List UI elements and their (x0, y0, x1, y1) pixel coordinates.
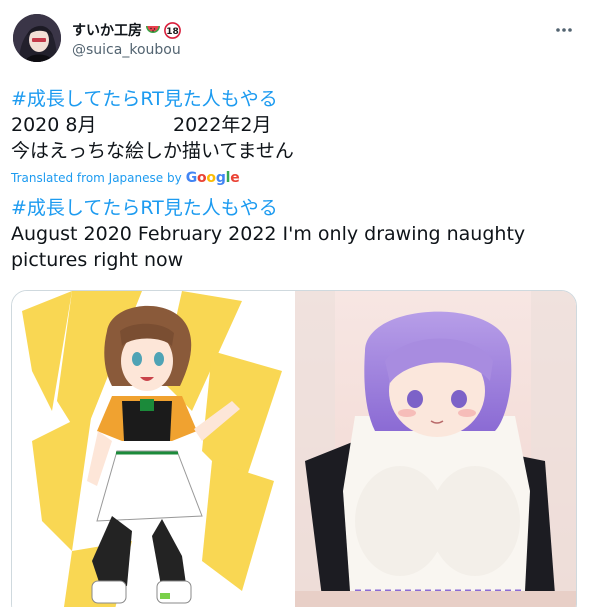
age-badge-text: 18 (166, 27, 179, 37)
watermelon-icon (145, 24, 161, 36)
display-name[interactable]: すいか工房 18 (72, 20, 181, 40)
tweet-translated-text: #成長してたらRT見た人もやる August 2020 February 202… (11, 195, 578, 273)
translated-label: Translated from Japanese by (11, 171, 182, 185)
handle[interactable]: @suica_koubou (72, 42, 181, 58)
translation-attribution[interactable]: Translated from Japanese by Google (11, 170, 240, 186)
more-button[interactable] (552, 18, 576, 42)
original-hashtag-link[interactable]: #成長してたらRT見た人もやる (11, 88, 278, 110)
translated-body: August 2020 February 2022 I'm only drawi… (11, 223, 526, 271)
tweet: すいか工房 18 @suica_koubou #成長してたらRT見た人もやる 2… (0, 0, 592, 607)
avatar-illustration (13, 14, 61, 62)
tweet-original-text: #成長してたらRT見た人もやる 2020 8月 2022年2月 今はえっちな絵し… (11, 86, 578, 164)
age-18-icon: 18 (164, 21, 181, 39)
drawing-2020-illustration (12, 291, 293, 607)
translated-hashtag-link[interactable]: #成長してたらRT見た人もやる (11, 197, 278, 219)
media-grid (11, 290, 577, 607)
google-logo: Google (185, 170, 240, 186)
avatar[interactable] (13, 14, 61, 62)
original-line3: 今はえっちな絵しか描いてません (11, 140, 294, 162)
original-date-to: 2022年2月 (173, 114, 272, 136)
drawing-2022-illustration (295, 291, 576, 607)
original-date-from: 2020 8月 (11, 114, 97, 136)
more-horizontal-icon (556, 28, 572, 32)
media-image-drawing-2020[interactable] (12, 291, 293, 607)
media-image-drawing-2022[interactable] (295, 291, 576, 607)
display-name-text: すいか工房 (72, 23, 142, 39)
